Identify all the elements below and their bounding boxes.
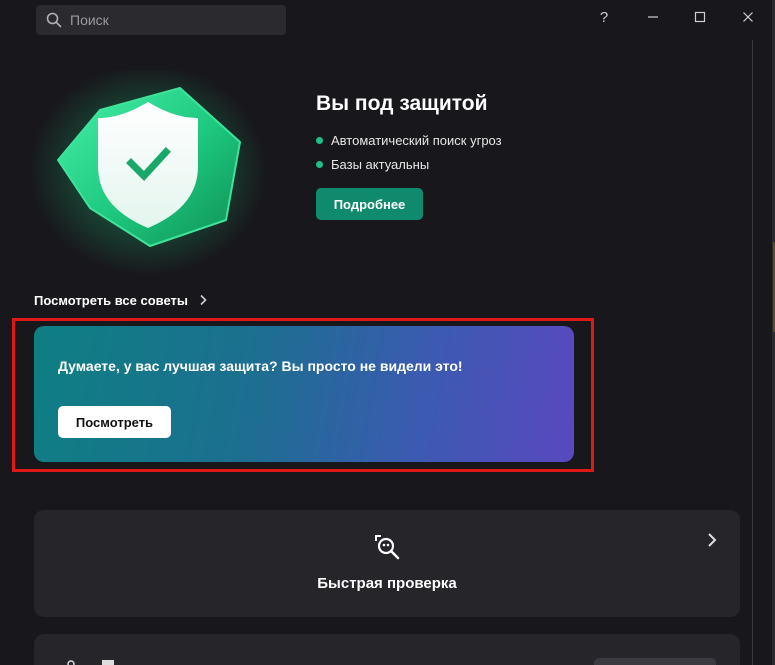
status-item: Базы актуальны: [316, 152, 502, 176]
close-button[interactable]: [733, 4, 763, 30]
minimize-button[interactable]: [638, 4, 668, 30]
promo-view-button[interactable]: Посмотреть: [58, 406, 171, 438]
status-dot-icon: [316, 136, 323, 144]
scrollbar[interactable]: [752, 40, 753, 665]
all-tips-label: Посмотреть все советы: [34, 292, 189, 308]
chevron-right-icon[interactable]: [706, 532, 718, 548]
quick-scan-card[interactable]: Быстрая проверка: [34, 510, 740, 617]
card-icon: [67, 660, 75, 665]
help-icon: ?: [599, 8, 609, 26]
secondary-card[interactable]: [34, 634, 740, 665]
help-button[interactable]: ?: [589, 4, 619, 30]
promo-banner: Думаете, у вас лучшая защита? Вы просто …: [34, 326, 574, 462]
chevron-right-icon: [200, 294, 207, 306]
card-action-button[interactable]: [594, 658, 716, 665]
promo-text: Думаете, у вас лучшая защита? Вы просто …: [58, 358, 463, 374]
quick-scan-title: Быстрая проверка: [317, 575, 457, 592]
status-item-label: Автоматический поиск угроз: [331, 132, 502, 148]
search-icon: [46, 12, 62, 28]
status-dot-icon: [316, 160, 323, 168]
shield-icon: [30, 65, 266, 275]
close-icon: [743, 12, 753, 22]
all-tips-link[interactable]: Посмотреть все советы: [34, 291, 208, 309]
app-window: ?: [0, 0, 775, 665]
search-input[interactable]: [70, 12, 270, 28]
details-button[interactable]: Подробнее: [316, 188, 423, 220]
status-title: Вы под защитой: [316, 92, 488, 115]
magnifier-scan-icon: [375, 535, 400, 560]
status-list: Автоматический поиск угроз Базы актуальн…: [316, 128, 502, 176]
minimize-icon: [648, 16, 658, 18]
search-box[interactable]: [36, 5, 286, 35]
protection-shield-graphic: [30, 65, 270, 280]
maximize-button[interactable]: [685, 4, 715, 30]
maximize-icon: [694, 11, 706, 23]
status-item: Автоматический поиск угроз: [316, 128, 502, 152]
card-title-fragment: [102, 660, 114, 665]
status-item-label: Базы актуальны: [331, 156, 430, 172]
